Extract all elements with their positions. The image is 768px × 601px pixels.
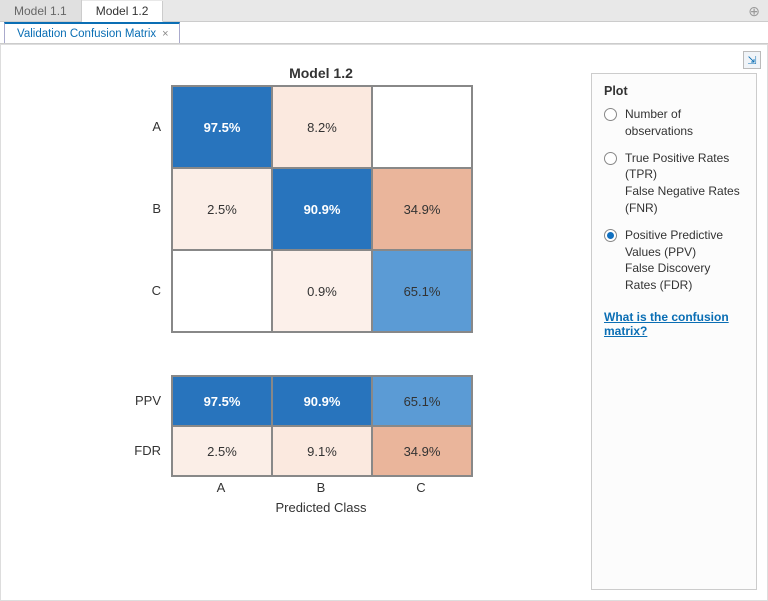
row-labels: A B C bbox=[131, 85, 161, 331]
radio-ppv-fdr[interactable]: Positive Predictive Values (PPV)False Di… bbox=[604, 227, 744, 294]
tab-validation-confusion-matrix[interactable]: Validation Confusion Matrix × bbox=[4, 22, 180, 43]
panel-title: Plot bbox=[604, 84, 744, 98]
cell-C-A bbox=[172, 250, 272, 332]
plot-options-panel: Plot Number of observations True Positiv… bbox=[591, 73, 757, 590]
content-pane: ⇲ Model 1.2 True Class A B C 97.5% 8.2% … bbox=[0, 44, 768, 601]
model-tab-1-2[interactable]: Model 1.2 bbox=[82, 1, 164, 22]
radio-icon bbox=[604, 152, 617, 165]
row-label-ppv: PPV bbox=[116, 375, 161, 425]
cell-A-B: 8.2% bbox=[272, 86, 372, 168]
radio-icon bbox=[604, 229, 617, 242]
model-tab-1-1[interactable]: Model 1.1 bbox=[0, 0, 82, 21]
row-label-C: C bbox=[131, 249, 161, 331]
radio-label: True Positive Rates (TPR)False Negative … bbox=[625, 150, 744, 217]
row-label-B: B bbox=[131, 167, 161, 249]
chart-area: Model 1.2 True Class A B C 97.5% 8.2% 2.… bbox=[1, 45, 591, 600]
cell-C-C: 65.1% bbox=[372, 250, 472, 332]
cell-ppv-A: 97.5% bbox=[172, 376, 272, 426]
radio-number-of-observations[interactable]: Number of observations bbox=[604, 106, 744, 140]
add-tab-icon[interactable]: ⊕ bbox=[748, 3, 760, 20]
radio-icon bbox=[604, 108, 617, 121]
cell-fdr-B: 9.1% bbox=[272, 426, 372, 476]
cell-B-B: 90.9% bbox=[272, 168, 372, 250]
column-labels: A B C bbox=[171, 480, 471, 495]
cell-C-B: 0.9% bbox=[272, 250, 372, 332]
cell-A-A: 97.5% bbox=[172, 86, 272, 168]
chart-title: Model 1.2 bbox=[171, 65, 471, 81]
cell-fdr-A: 2.5% bbox=[172, 426, 272, 476]
col-label-C: C bbox=[371, 480, 471, 495]
summary-row-labels: PPV FDR bbox=[116, 375, 161, 475]
help-link-confusion-matrix[interactable]: What is the confusion matrix? bbox=[604, 310, 744, 338]
cell-B-C: 34.9% bbox=[372, 168, 472, 250]
popout-icon[interactable]: ⇲ bbox=[743, 51, 761, 69]
row-label-fdr: FDR bbox=[116, 425, 161, 475]
cell-B-A: 2.5% bbox=[172, 168, 272, 250]
cell-ppv-C: 65.1% bbox=[372, 376, 472, 426]
matrix-grid: 97.5% 8.2% 2.5% 90.9% 34.9% 0.9% 65.1% bbox=[171, 85, 473, 333]
x-axis-label: Predicted Class bbox=[171, 500, 471, 515]
col-label-A: A bbox=[171, 480, 271, 495]
radio-tpr-fnr[interactable]: True Positive Rates (TPR)False Negative … bbox=[604, 150, 744, 217]
close-icon[interactable]: × bbox=[162, 28, 168, 40]
model-tabbar: Model 1.1 Model 1.2 ⊕ bbox=[0, 0, 768, 22]
radio-label: Number of observations bbox=[625, 106, 744, 140]
col-label-B: B bbox=[271, 480, 371, 495]
document-tabbar: Validation Confusion Matrix × bbox=[0, 22, 768, 44]
cell-ppv-B: 90.9% bbox=[272, 376, 372, 426]
inner-tab-label: Validation Confusion Matrix bbox=[17, 28, 156, 40]
radio-label: Positive Predictive Values (PPV)False Di… bbox=[625, 227, 744, 294]
row-label-A: A bbox=[131, 85, 161, 167]
cell-A-C bbox=[372, 86, 472, 168]
cell-fdr-C: 34.9% bbox=[372, 426, 472, 476]
summary-grid: 97.5% 90.9% 65.1% 2.5% 9.1% 34.9% bbox=[171, 375, 473, 477]
